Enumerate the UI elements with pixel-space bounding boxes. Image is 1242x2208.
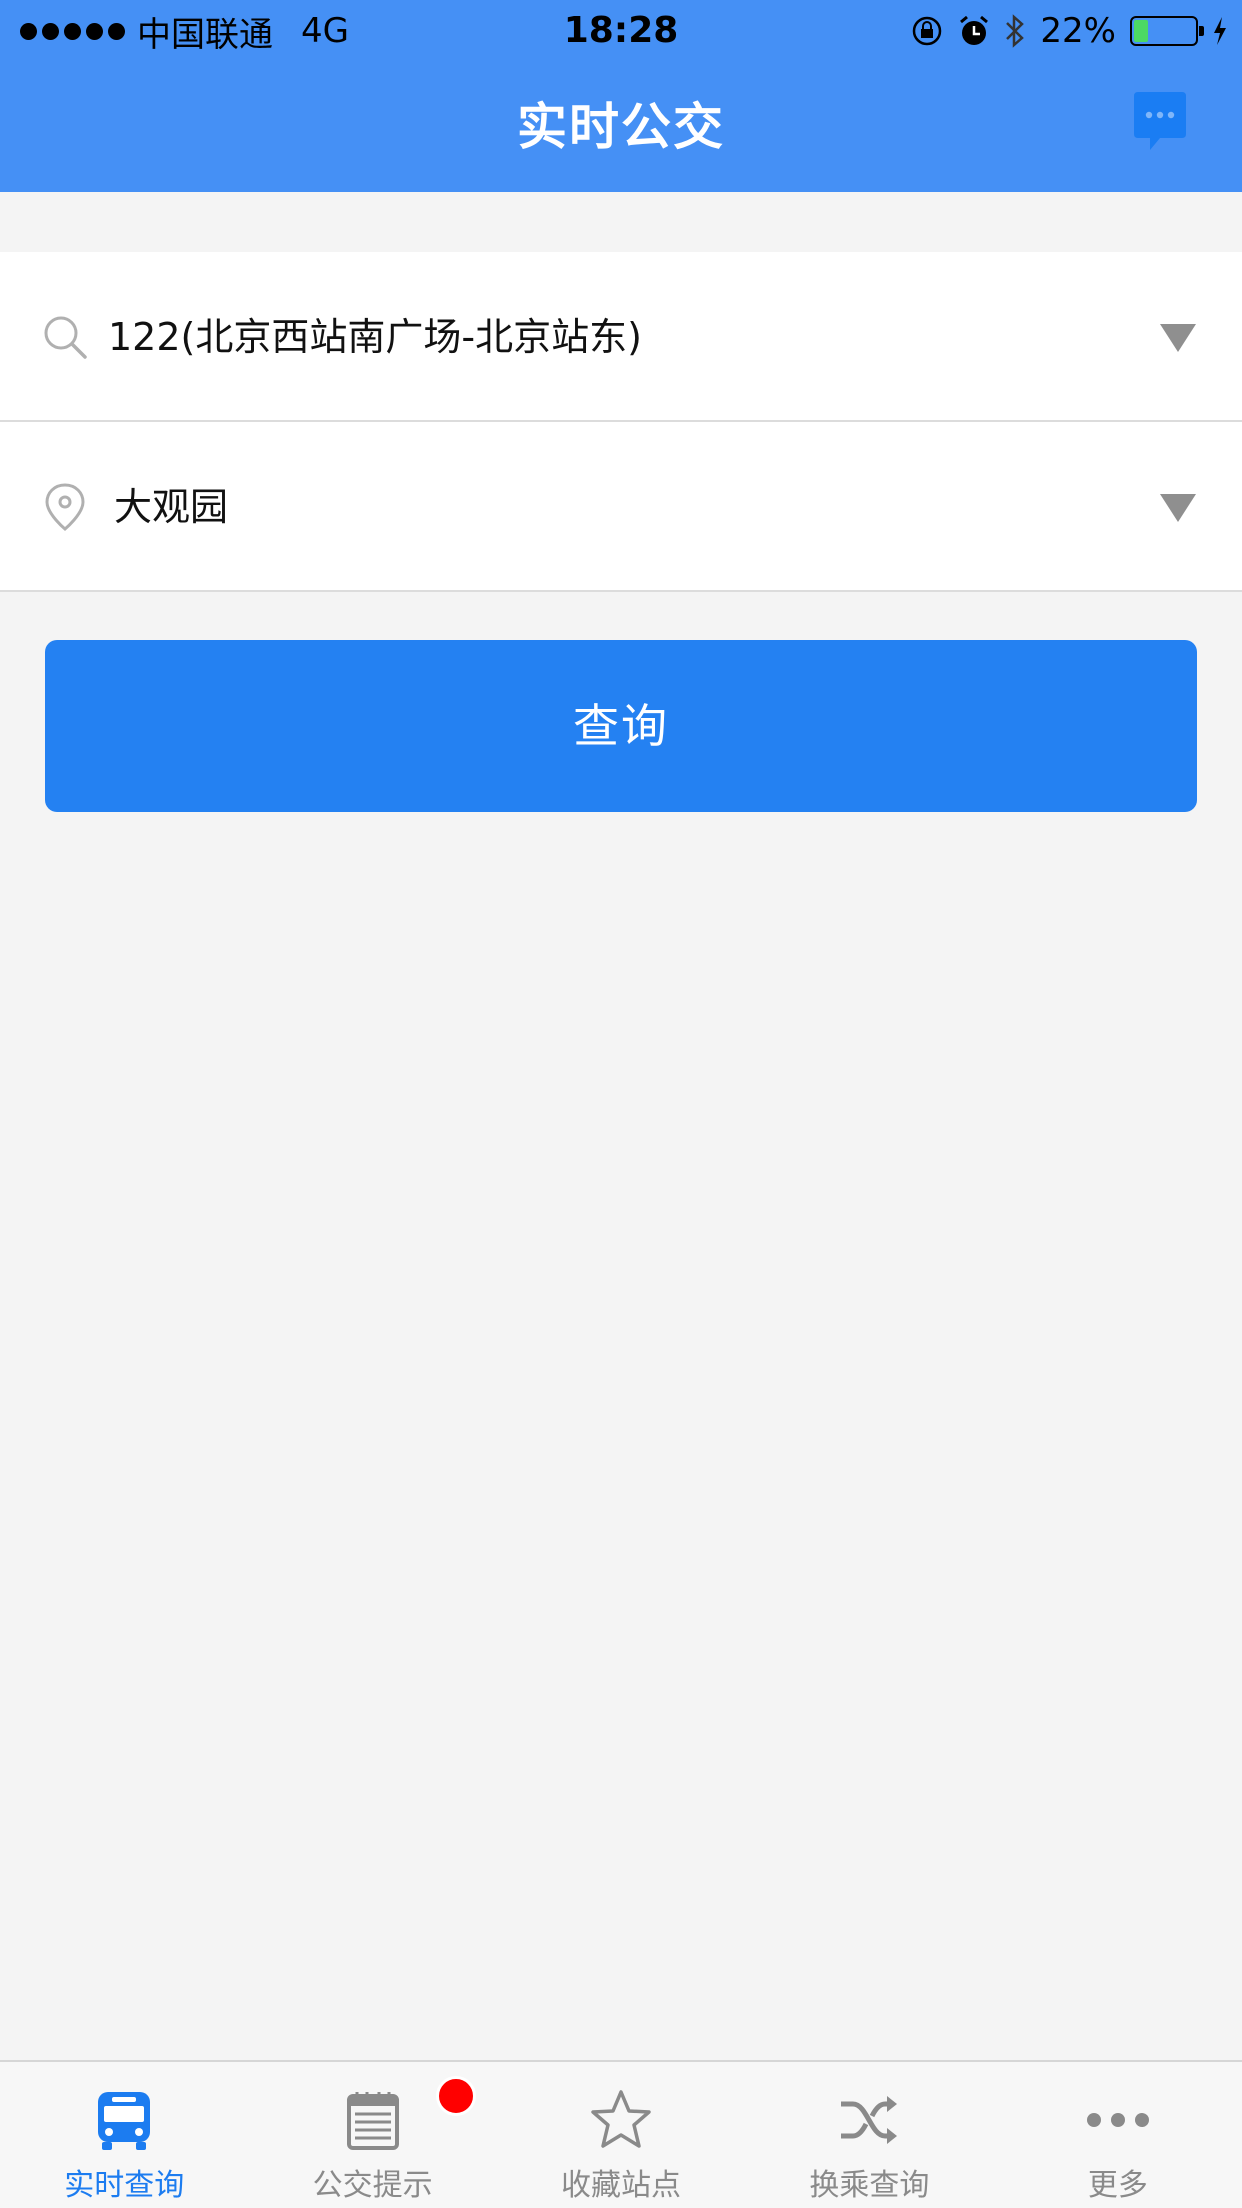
bus-icon: [98, 2092, 151, 2150]
tab-more[interactable]: 更多: [994, 2062, 1242, 2208]
tab-label: 公交提示: [312, 2168, 433, 2203]
status-bar: 中国联通 4G 18:28 22%: [0, 0, 1242, 62]
tab-bar: 实时查询 公交提示 收藏站点 换乘查询 更多: [0, 2060, 1242, 2208]
station-value: 大观园: [114, 485, 229, 529]
nav-bar: 实时公交: [0, 62, 1242, 192]
bus-line-value: 122(北京西站南广场-北京站东): [108, 315, 642, 359]
tab-label: 收藏站点: [561, 2168, 682, 2203]
rotation-lock-icon: [913, 16, 942, 46]
location-pin-icon: [45, 483, 85, 531]
tab-label: 实时查询: [64, 2168, 185, 2203]
tab-label: 换乘查询: [809, 2168, 930, 2203]
status-right: 22%: [910, 8, 1228, 54]
bluetooth-icon: [1006, 14, 1025, 48]
chat-bubble-icon[interactable]: [1134, 92, 1186, 156]
notification-badge: [436, 2076, 477, 2116]
more-dots-icon: [1086, 2113, 1149, 2127]
charging-bolt-icon: [1214, 17, 1226, 45]
triangle-down-icon[interactable]: [1158, 322, 1198, 354]
notepad-icon: [346, 2092, 399, 2150]
top-bar: 中国联通 4G 18:28 22% 实时公交: [0, 0, 1242, 192]
star-icon: [591, 2090, 651, 2148]
tab-bus-tips[interactable]: 公交提示: [248, 2062, 496, 2208]
shuffle-icon: [841, 2096, 898, 2144]
tab-transfer-query[interactable]: 换乘查询: [745, 2062, 993, 2208]
tab-favorite-stations[interactable]: 收藏站点: [497, 2062, 745, 2208]
query-button[interactable]: 查询: [45, 640, 1197, 812]
search-icon: [44, 316, 87, 359]
battery-percentage: 22%: [1040, 11, 1116, 51]
app-screen: 中国联通 4G 18:28 22% 实时公交 122(北京西站南广场-北京站东)…: [0, 0, 1242, 2208]
battery-icon: [1130, 16, 1204, 46]
alarm-icon: [960, 15, 989, 45]
triangle-down-icon[interactable]: [1158, 492, 1198, 524]
station-selector[interactable]: 大观园: [0, 422, 1242, 592]
tab-realtime-query[interactable]: 实时查询: [0, 2062, 248, 2208]
page-title: 实时公交: [517, 98, 725, 156]
tab-label: 更多: [1087, 2168, 1148, 2203]
bus-line-selector[interactable]: 122(北京西站南广场-北京站东): [0, 252, 1242, 422]
